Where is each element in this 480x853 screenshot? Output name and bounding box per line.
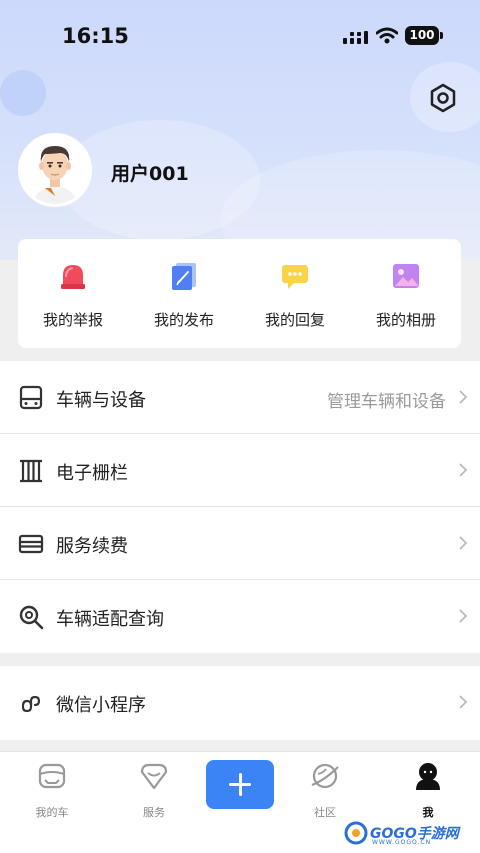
quick-action-album[interactable]: 我的相册 (356, 261, 456, 330)
chevron-right-icon (459, 536, 468, 550)
battery-icon: 100 (405, 26, 443, 45)
decor-blob (0, 70, 46, 116)
quick-action-reply[interactable]: 我的回复 (245, 261, 345, 330)
watermark-subtext: WWW.GOGO.CN (372, 839, 432, 846)
vehicle-icon (19, 385, 43, 410)
document-edit-icon (172, 263, 196, 290)
menu-item-geofence[interactable]: 电子栅栏 (0, 434, 480, 507)
menu-item-wechat-mini-program[interactable]: 微信小程序 (0, 666, 480, 740)
planet-icon (311, 763, 339, 789)
quick-action-publish[interactable]: 我的发布 (134, 261, 234, 330)
gogo-logo-icon (344, 821, 368, 845)
menu-item-title: 电子栅栏 (56, 463, 128, 484)
quick-action-label: 我的发布 (153, 311, 214, 329)
menu-group-secondary: 微信小程序 (0, 666, 480, 740)
card-icon (18, 534, 44, 554)
menu-item-hint: 管理车辆和设备 (327, 392, 446, 412)
tab-my-car[interactable]: 我的车 (12, 760, 92, 820)
settings-hexagon-icon[interactable] (425, 80, 461, 116)
site-watermark: GOGO手游网 WWW.GOGO.CN (342, 819, 472, 847)
cellular-signal-icon (343, 31, 368, 44)
avatar[interactable] (18, 133, 92, 207)
photo-album-icon (393, 264, 419, 288)
menu-item-title: 车辆适配查询 (56, 609, 164, 630)
menu-group-main: 车辆与设备 管理车辆和设备 电子栅栏 服务续费 车辆适配查询 (0, 361, 480, 653)
menu-item-service-renewal[interactable]: 服务续费 (0, 507, 480, 580)
quick-action-label: 我的回复 (264, 311, 325, 329)
menu-item-title: 微信小程序 (56, 695, 146, 716)
chevron-right-icon (459, 695, 468, 709)
car-face-icon (38, 763, 66, 789)
quick-action-report[interactable]: 我的举报 (23, 261, 123, 330)
username: 用户001 (111, 163, 189, 185)
tab-me[interactable]: 我 (388, 760, 468, 820)
tab-label: 我 (422, 806, 434, 819)
tab-label: 社区 (314, 806, 336, 819)
menu-item-title: 车辆与设备 (56, 390, 146, 411)
chevron-right-icon (459, 463, 468, 477)
tab-service[interactable]: 服务 (114, 760, 194, 820)
quick-action-label: 我的相册 (375, 311, 436, 329)
search-icon (19, 605, 44, 630)
wifi-icon (376, 27, 398, 44)
status-bar: 16:15 100 (0, 0, 480, 72)
mini-program-icon (21, 695, 41, 713)
menu-item-title: 服务续费 (56, 536, 128, 557)
service-icon (140, 763, 168, 790)
menu-item-vehicles-devices[interactable]: 车辆与设备 管理车辆和设备 (0, 361, 480, 434)
quick-actions-card: 我的举报 我的发布 我的回复 我的相册 (18, 239, 461, 348)
chevron-right-icon (459, 390, 468, 404)
tab-label: 我的车 (35, 806, 69, 819)
fence-icon (20, 459, 42, 483)
chat-bubble-icon (282, 265, 308, 289)
tab-community[interactable]: 社区 (285, 760, 365, 820)
add-post-button[interactable] (206, 760, 274, 809)
quick-action-label: 我的举报 (42, 311, 103, 329)
tab-label: 服务 (143, 806, 165, 819)
alarm-light-icon (61, 265, 85, 289)
user-icon (416, 763, 440, 790)
chevron-right-icon (459, 609, 468, 623)
status-time: 16:15 (62, 24, 129, 48)
menu-item-vehicle-compat-search[interactable]: 车辆适配查询 (0, 580, 480, 653)
